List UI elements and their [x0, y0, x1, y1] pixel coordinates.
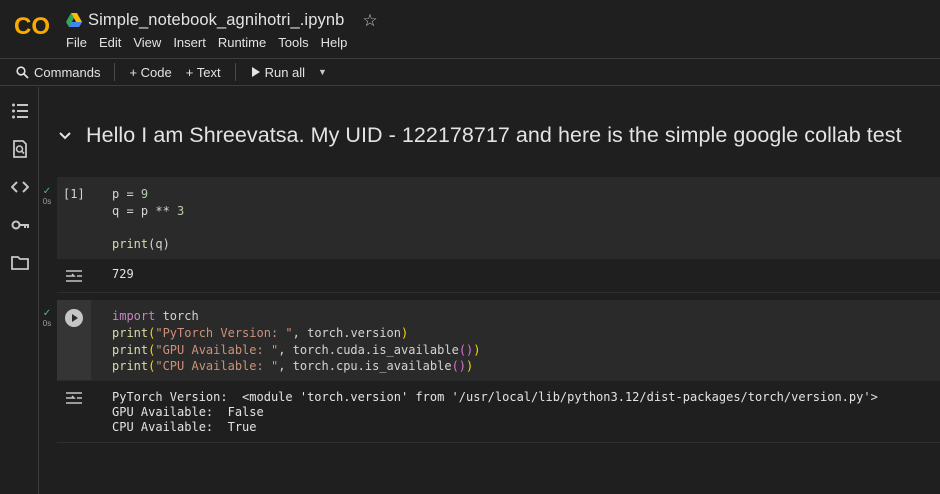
menu-runtime[interactable]: Runtime [218, 35, 266, 50]
code-line: print("GPU Available: ", torch.cuda.is_a… [112, 342, 481, 357]
code-editor[interactable]: import torch print("PyTorch Version: ", … [112, 308, 481, 375]
star-icon[interactable]: ☆ [362, 12, 377, 29]
menu-view[interactable]: View [133, 35, 161, 50]
code-snippets-icon[interactable] [11, 178, 29, 196]
code-line: import torch [112, 309, 199, 323]
output-text: CPU Available: True [112, 420, 257, 434]
toolbar-divider [114, 63, 116, 81]
title-row: Simple_notebook_agnihotri_.ipynb ☆ [66, 9, 378, 31]
svg-text:CO: CO [14, 13, 50, 40]
code-line: p = 9 [112, 187, 149, 201]
menu-insert[interactable]: Insert [173, 35, 206, 50]
menu-help[interactable]: Help [321, 35, 348, 50]
output-area: 729 [57, 259, 940, 293]
run-cell-button[interactable] [65, 309, 83, 327]
output-toggle-icon[interactable] [65, 391, 83, 405]
search-icon [16, 65, 29, 79]
header: CO Simple_notebook_agnihotri_.ipynb ☆ Fi… [0, 0, 940, 58]
code-line: print("PyTorch Version: ", torch.version… [112, 325, 409, 340]
execution-time: 0s [42, 197, 52, 206]
secrets-key-icon[interactable] [11, 216, 29, 234]
menu-bar: File Edit View Insert Runtime Tools Help [66, 35, 359, 50]
table-of-contents-icon[interactable] [11, 102, 29, 120]
toolbar-divider [234, 63, 236, 81]
add-text-label: + Text [185, 64, 221, 80]
text-cell-heading: Hello I am Shreevatsa. My UID - 12217871… [58, 123, 902, 148]
execution-time: 0s [42, 319, 52, 328]
collapse-chevron-icon[interactable] [58, 129, 72, 143]
code-line: q = p ** 3 [112, 203, 185, 218]
menu-tools[interactable]: Tools [278, 35, 308, 50]
code-cell[interactable]: import torch print("PyTorch Version: ", … [57, 300, 940, 381]
notebook-title[interactable]: Simple_notebook_agnihotri_.ipynb [88, 11, 344, 30]
toolbar: Commands + Code + Text Run all ▼ [0, 58, 940, 86]
commands-button[interactable]: Commands [16, 65, 100, 80]
output-text: PyTorch Version: <module 'torch.version'… [112, 390, 878, 404]
notebook-main: Hello I am Shreevatsa. My UID - 12217871… [40, 87, 940, 494]
sidebar [0, 87, 39, 494]
menu-edit[interactable]: Edit [99, 35, 121, 50]
run-all-label: Run all [264, 64, 306, 80]
add-code-label: + Code [129, 64, 172, 80]
check-icon: ✓ [42, 186, 52, 197]
run-cell-gutter [57, 300, 91, 380]
google-drive-icon[interactable] [66, 13, 82, 27]
section-heading-text: Hello I am Shreevatsa. My UID - 12217871… [86, 123, 902, 147]
output-text: GPU Available: False [112, 405, 264, 419]
run-all-button[interactable]: Run all ▼ [251, 64, 327, 80]
add-code-button[interactable]: + Code [129, 65, 171, 80]
code-line: print("CPU Available: ", torch.cpu.is_av… [112, 359, 474, 374]
chevron-down-icon[interactable]: ▼ [318, 67, 327, 77]
commands-label: Commands [34, 64, 101, 80]
execution-count: [1] [63, 187, 85, 201]
code-cell[interactable]: [1] p = 9 q = p ** 3 print(q) [57, 177, 940, 259]
code-line: print(q) [112, 237, 170, 252]
find-icon[interactable] [11, 140, 29, 158]
execution-status: ✓ 0s [40, 309, 54, 329]
output-toggle-icon[interactable] [65, 269, 83, 283]
check-icon: ✓ [42, 308, 52, 319]
execution-status: ✓ 0s [40, 187, 54, 207]
colab-logo[interactable]: CO [14, 12, 54, 40]
menu-file[interactable]: File [66, 35, 87, 50]
output-area: PyTorch Version: <module 'torch.version'… [57, 381, 940, 443]
add-text-button[interactable]: + Text [186, 65, 221, 80]
code-editor[interactable]: p = 9 q = p ** 3 print(q) [112, 186, 184, 253]
files-folder-icon[interactable] [11, 254, 29, 272]
play-icon [251, 67, 260, 77]
output-text: 729 [112, 267, 134, 281]
